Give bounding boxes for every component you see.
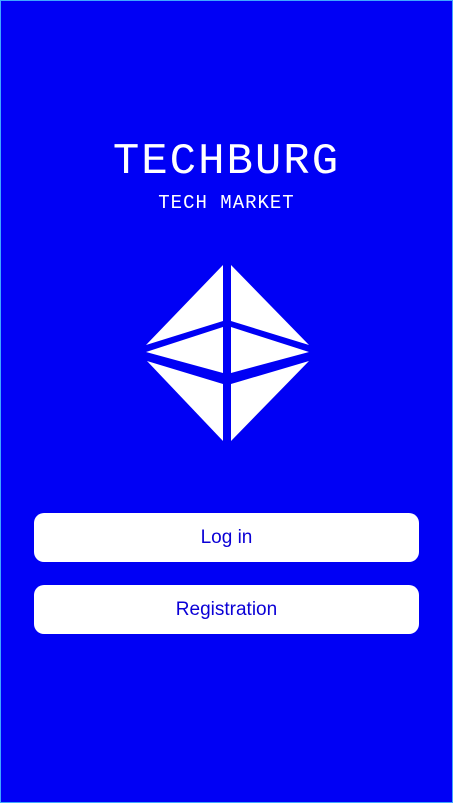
brand-title: TECHBURG	[112, 137, 341, 187]
brand-subtitle: TECH MARKET	[158, 192, 295, 214]
registration-button[interactable]: Registration	[34, 585, 419, 634]
welcome-screen: TECHBURG TECH MARKET Log in Registration	[0, 0, 453, 803]
logo-bottom-right-facet	[231, 361, 309, 441]
login-button[interactable]: Log in	[34, 513, 419, 562]
diamond-logo-icon	[146, 265, 309, 441]
logo-bottom-left-facet	[147, 361, 223, 441]
